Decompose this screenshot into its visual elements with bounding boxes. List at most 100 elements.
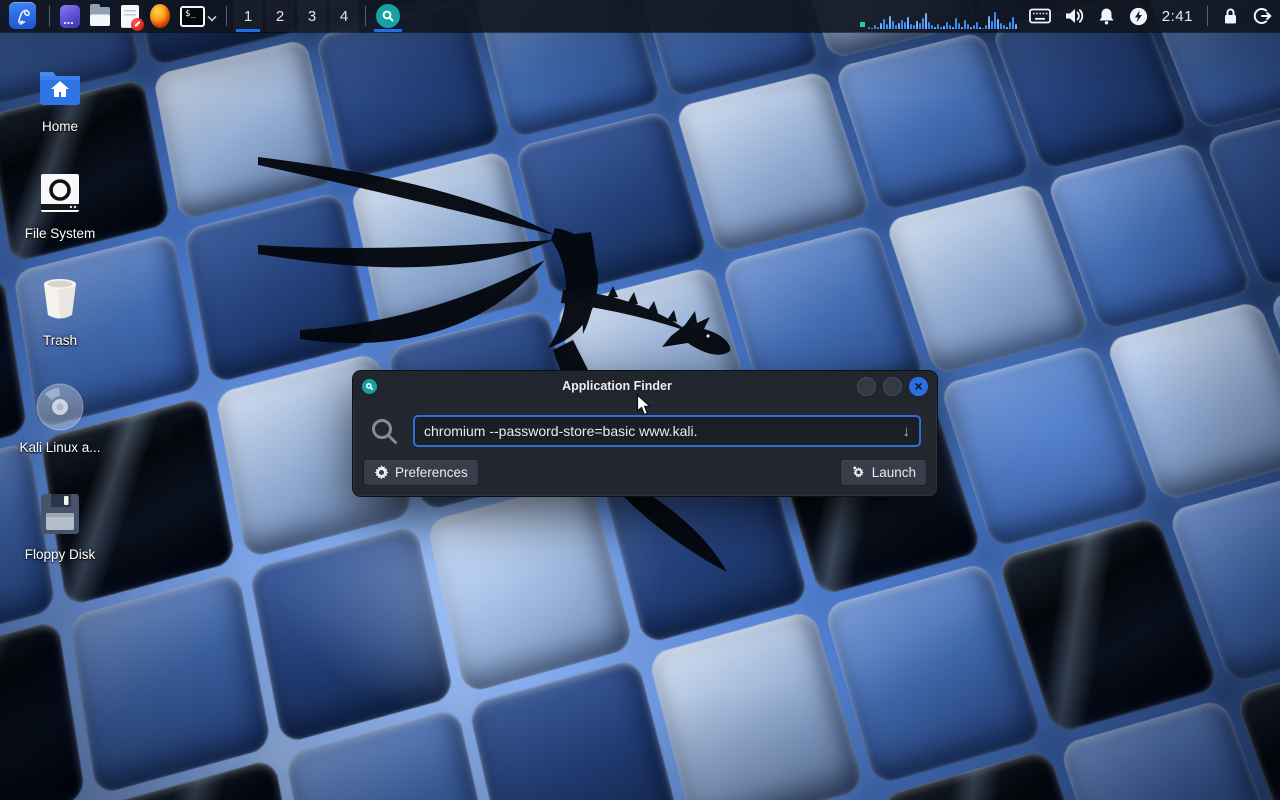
launcher-firefox[interactable] xyxy=(145,0,175,32)
cpu-bar xyxy=(922,18,924,29)
desktop-icon-home[interactable]: Home xyxy=(12,52,108,159)
cpu-bar xyxy=(934,27,936,29)
cpu-bar xyxy=(994,12,996,29)
cpu-bar xyxy=(961,27,963,29)
window-app-icon xyxy=(362,379,377,394)
desktop-icon-label: Trash xyxy=(43,333,77,348)
panel-separator xyxy=(226,6,227,26)
panel-separator xyxy=(1207,6,1208,26)
cpu-bar xyxy=(925,13,927,29)
edit-badge-icon xyxy=(131,18,144,31)
kali-desktop: Home File System xyxy=(0,0,1280,800)
text-editor-icon xyxy=(121,5,139,28)
desktop-icon-label: File System xyxy=(25,226,96,241)
cd-disc-icon xyxy=(35,381,85,433)
gear-icon xyxy=(374,465,389,480)
launch-label: Launch xyxy=(872,465,916,480)
cpu-bar xyxy=(919,23,921,29)
cpu-bar xyxy=(940,27,942,29)
desktop-icon-trash[interactable]: Trash xyxy=(12,266,108,373)
workspace-1-button[interactable]: 1 xyxy=(233,0,263,32)
cpu-bar xyxy=(946,22,948,29)
minimize-button[interactable] xyxy=(857,377,876,396)
workspace-4-button[interactable]: 4 xyxy=(329,0,359,32)
cpu-bar xyxy=(892,21,894,29)
clock[interactable]: 2:41 xyxy=(1162,8,1193,25)
launcher-terminal-dropdown[interactable]: $_ xyxy=(175,0,221,32)
preferences-label: Preferences xyxy=(395,465,468,480)
desktop-icon-file-system[interactable]: File System xyxy=(12,159,108,266)
launcher-terminal[interactable] xyxy=(55,0,85,32)
preferences-button[interactable]: Preferences xyxy=(363,459,479,486)
firefox-icon xyxy=(150,4,170,28)
cpu-bar xyxy=(883,19,885,29)
top-panel: $_ 1 2 3 4 xyxy=(0,0,1280,32)
cpu-bar xyxy=(997,19,999,29)
cpu-bar xyxy=(904,22,906,29)
cpu-bar xyxy=(910,24,912,29)
application-finder-window: Application Finder × ↓ Preferences xyxy=(352,370,938,497)
cpu-bar xyxy=(958,23,960,29)
cpu-bar xyxy=(871,28,873,29)
launcher-file-manager[interactable] xyxy=(85,0,115,32)
cpu-bar xyxy=(955,18,957,29)
workspace-number: 4 xyxy=(340,8,348,25)
cpu-bar xyxy=(1009,22,1011,29)
close-icon: × xyxy=(914,379,922,393)
command-input-wrap: ↓ xyxy=(413,415,921,447)
power-manager-icon[interactable] xyxy=(1129,7,1148,26)
workspace-number: 3 xyxy=(308,8,316,25)
cpu-bar xyxy=(937,24,939,29)
launch-button[interactable]: Launch xyxy=(840,459,927,486)
applications-menu-button[interactable] xyxy=(0,0,44,32)
workspace-2-button[interactable]: 2 xyxy=(265,0,295,32)
floppy-disk-icon xyxy=(39,488,81,540)
mouse-cursor xyxy=(636,394,653,417)
command-input[interactable] xyxy=(415,423,899,439)
desktop-icon-kali-linux[interactable]: Kali Linux a... xyxy=(12,373,108,480)
application-finder-panel-button[interactable] xyxy=(371,0,405,32)
cpu-bar xyxy=(982,28,984,29)
cpu-bar xyxy=(898,23,900,29)
cpu-bar xyxy=(880,23,882,29)
run-gear-icon xyxy=(851,465,866,480)
keyboard-icon[interactable] xyxy=(1029,8,1051,24)
history-dropdown-arrow-icon[interactable]: ↓ xyxy=(899,423,920,440)
cpu-bar xyxy=(877,27,879,29)
panel-spacer xyxy=(405,0,868,32)
desktop-icon-column: Home File System xyxy=(12,52,108,587)
window-title: Application Finder xyxy=(377,379,857,393)
desktop-icon-floppy-disk[interactable]: Floppy Disk xyxy=(12,480,108,587)
volume-icon[interactable] xyxy=(1065,7,1084,25)
desktop-icon-label: Home xyxy=(42,119,78,134)
cpu-bar xyxy=(973,25,975,29)
cpu-bar xyxy=(1000,23,1002,29)
logout-icon[interactable] xyxy=(1253,7,1272,25)
cpu-bar xyxy=(889,16,891,29)
lock-screen-icon[interactable] xyxy=(1222,7,1239,25)
cpu-bar xyxy=(1012,17,1014,29)
cpu-graph-widget[interactable] xyxy=(868,3,1017,29)
desktop-icon-label: Kali Linux a... xyxy=(19,440,100,455)
close-button[interactable]: × xyxy=(909,377,928,396)
cpu-bar xyxy=(991,21,993,29)
workspace-3-button[interactable]: 3 xyxy=(297,0,327,32)
cpu-bar xyxy=(949,25,951,29)
maximize-button[interactable] xyxy=(883,377,902,396)
cpu-bar xyxy=(931,25,933,29)
cpu-bar xyxy=(970,27,972,29)
panel-separator xyxy=(365,6,366,26)
cpu-bar xyxy=(874,25,876,29)
cpu-bar xyxy=(952,27,954,29)
cpu-bar xyxy=(886,24,888,29)
cpu-bar xyxy=(928,22,930,29)
workspace-number: 2 xyxy=(276,8,284,25)
cpu-bar xyxy=(907,17,909,29)
cpu-bar xyxy=(868,27,870,29)
trash-can-icon xyxy=(38,274,82,326)
panel-separator xyxy=(49,6,50,26)
cpu-bar xyxy=(895,25,897,29)
cpu-bar xyxy=(967,24,969,29)
notifications-bell-icon[interactable] xyxy=(1098,7,1115,25)
launcher-text-editor[interactable] xyxy=(115,0,145,32)
